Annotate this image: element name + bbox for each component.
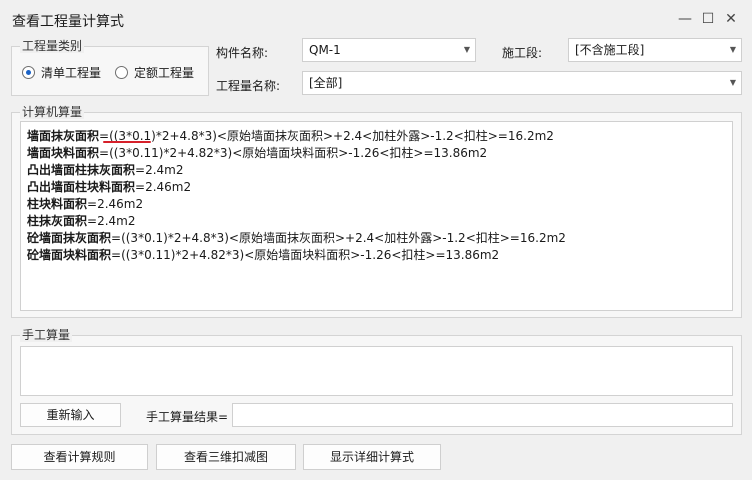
close-icon[interactable]: ✕ [720, 8, 742, 30]
calc-line-formula: =2.46m2 [87, 197, 144, 211]
calc-line: 凸出墙面柱块料面积=2.46m2 [27, 179, 566, 196]
view-3d-deduction-button[interactable]: 查看三维扣减图 [156, 444, 296, 470]
radio-bill-quantity[interactable]: 清单工程量 [22, 64, 101, 81]
calc-line-name: 柱块料面积 [27, 197, 88, 211]
computer-calc-legend: 计算机算量 [20, 105, 85, 119]
title-bar: 查看工程量计算式 — ☐ ✕ [0, 0, 752, 38]
radio-quota-quantity[interactable]: 定额工程量 [115, 64, 194, 81]
quantity-name-value: [全部] [309, 76, 343, 90]
reenter-button[interactable]: 重新输入 [20, 403, 121, 427]
calc-line-name: 砼墙面块料面积 [27, 248, 112, 262]
manual-calc-group: 手工算量 重新输入 手工算量结果= [11, 328, 742, 435]
calc-line: 砼墙面块料面积=((3*0.11)*2+4.82*3)<原始墙面块料面积>-1.… [27, 247, 566, 264]
maximize-icon[interactable]: ☐ [697, 8, 719, 30]
calc-line: 凸出墙面柱抹灰面积=2.4m2 [27, 162, 566, 179]
quantity-name-select[interactable]: [全部] ▼ [302, 71, 742, 95]
computer-calc-textarea[interactable]: 墙面抹灰面积=((3*0.1)*2+4.8*3)<原始墙面抹灰面积>+2.4<加… [20, 121, 733, 311]
calc-lines: 墙面抹灰面积=((3*0.1)*2+4.8*3)<原始墙面抹灰面积>+2.4<加… [27, 128, 566, 264]
quantity-category-group: 工程量类别 清单工程量 定额工程量 [11, 39, 209, 96]
chevron-down-icon: ▼ [729, 78, 736, 87]
manual-calc-textarea[interactable] [20, 346, 733, 396]
manual-result-label: 手工算量结果= [146, 410, 229, 424]
quantity-category-legend: 工程量类别 [20, 39, 85, 53]
calc-line-name: 砼墙面抹灰面积 [27, 231, 112, 245]
manual-result-input[interactable] [232, 403, 733, 427]
manual-calc-legend: 手工算量 [20, 328, 73, 342]
view-rules-button[interactable]: 查看计算规则 [11, 444, 148, 470]
calc-line: 柱块料面积=2.46m2 [27, 196, 566, 213]
calc-line-name: 墙面块料面积 [27, 146, 100, 160]
calc-line: 柱抹灰面积=2.4m2 [27, 213, 566, 230]
calc-line-formula: =((3*0.1)*2+4.8*3)<原始墙面抹灰面积>+2.4<加柱外露>-1… [111, 231, 566, 245]
radio-selected-icon[interactable] [22, 66, 35, 79]
component-name-value: QM-1 [309, 43, 341, 57]
component-name-label: 构件名称: [216, 46, 269, 60]
red-underline-annotation [103, 141, 151, 143]
component-name-select[interactable]: QM-1 ▼ [302, 38, 476, 62]
construction-segment-select[interactable]: [不含施工段] ▼ [568, 38, 742, 62]
calc-line-formula: =((3*0.1)*2+4.8*3)<原始墙面抹灰面积>+2.4<加柱外露>-1… [99, 129, 554, 143]
calc-line: 墙面块料面积=((3*0.11)*2+4.82*3)<原始墙面块料面积>-1.2… [27, 145, 566, 162]
calc-line-formula: =((3*0.11)*2+4.82*3)<原始墙面块料面积>-1.26<扣柱>=… [111, 248, 500, 262]
radio-quota-quantity-label: 定额工程量 [134, 66, 195, 80]
calc-line-name: 柱抹灰面积 [27, 214, 88, 228]
window-title: 查看工程量计算式 [12, 14, 124, 30]
minimize-icon[interactable]: — [674, 8, 696, 30]
calc-line-formula: =((3*0.11)*2+4.82*3)<原始墙面块料面积>-1.26<扣柱>=… [99, 146, 488, 160]
calc-line-name: 凸出墙面柱抹灰面积 [27, 163, 136, 177]
calc-line-name: 墙面抹灰面积 [27, 129, 100, 143]
radio-unselected-icon[interactable] [115, 66, 128, 79]
calc-line-formula: =2.46m2 [135, 180, 192, 194]
calc-line: 砼墙面抹灰面积=((3*0.1)*2+4.8*3)<原始墙面抹灰面积>+2.4<… [27, 230, 566, 247]
quantity-name-label: 工程量名称: [216, 79, 281, 93]
show-detail-formula-button[interactable]: 显示详细计算式 [303, 444, 441, 470]
chevron-down-icon: ▼ [729, 45, 736, 54]
calc-line-formula: =2.4m2 [135, 163, 184, 177]
construction-segment-label: 施工段: [502, 46, 543, 60]
calc-line-formula: =2.4m2 [87, 214, 136, 228]
chevron-down-icon: ▼ [463, 45, 470, 54]
construction-segment-value: [不含施工段] [575, 43, 645, 57]
calc-line-name: 凸出墙面柱块料面积 [27, 180, 136, 194]
radio-bill-quantity-label: 清单工程量 [41, 66, 102, 80]
